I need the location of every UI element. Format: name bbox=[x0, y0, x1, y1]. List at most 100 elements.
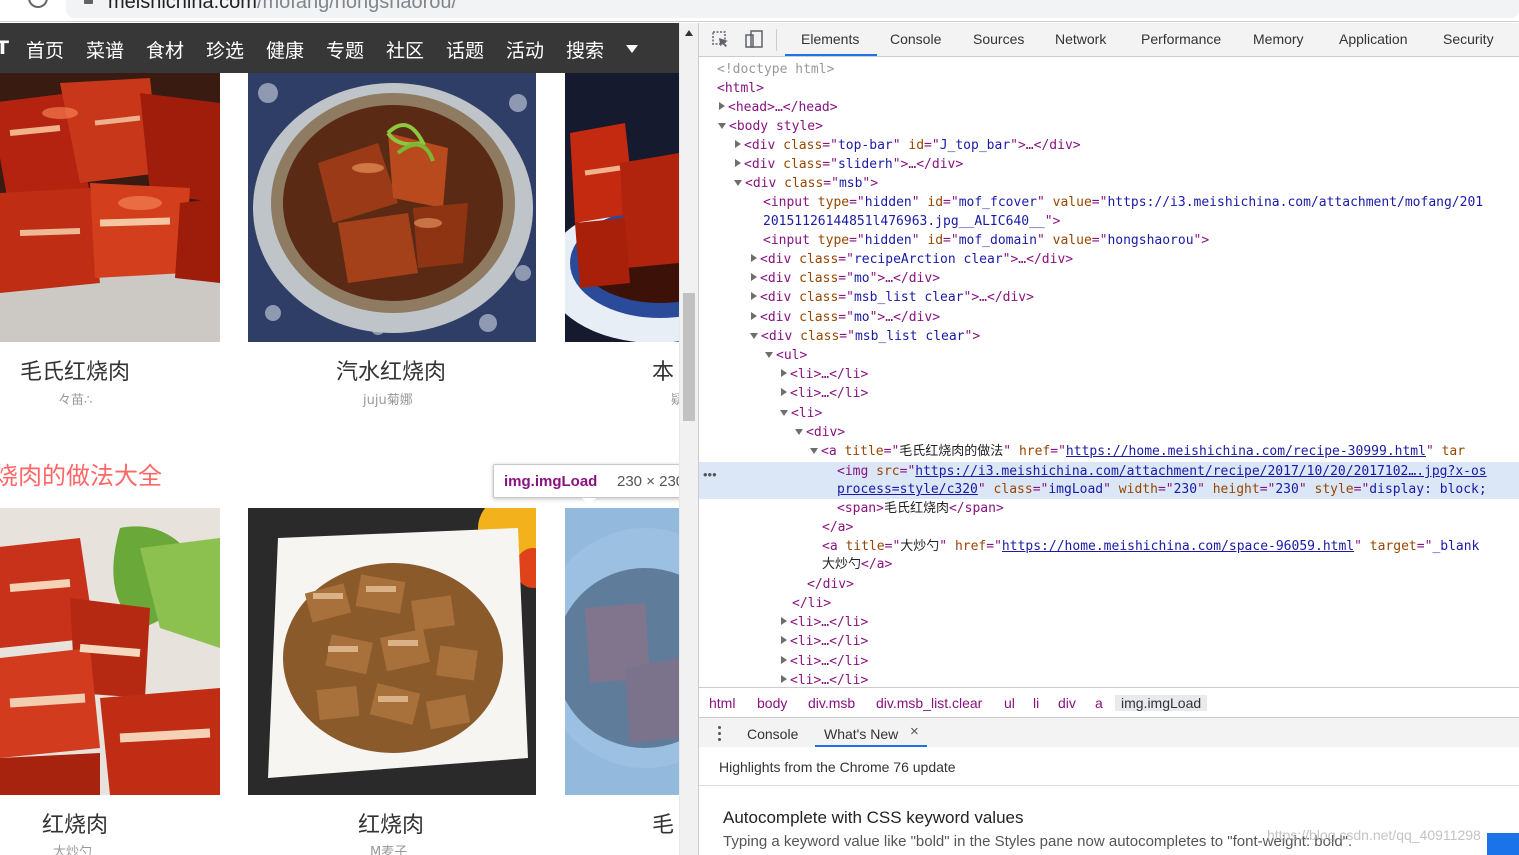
breadcrumb-item[interactable]: html bbox=[709, 695, 735, 711]
recipe-title[interactable]: 本 bbox=[652, 354, 674, 386]
recipe-author[interactable]: 疑 bbox=[671, 389, 679, 408]
drawer-tab-console[interactable]: Console bbox=[747, 726, 798, 742]
dom-token[interactable]: https://home.meishichina.com/recipe-3099… bbox=[1066, 444, 1426, 459]
tab-performance[interactable]: Performance bbox=[1141, 31, 1221, 47]
recipe-title[interactable]: 红烧肉 bbox=[358, 807, 424, 839]
recipe-image-highlighted[interactable] bbox=[565, 508, 679, 795]
dom-node[interactable]: <a title="毛氏红烧肉的做法" href="https://home.m… bbox=[699, 442, 1519, 461]
expand-arrow-icon[interactable] bbox=[781, 636, 787, 644]
breadcrumb-item[interactable]: body bbox=[757, 695, 787, 711]
collapse-arrow-icon[interactable] bbox=[780, 410, 788, 416]
feature-title[interactable]: Autocomplete with CSS keyword values bbox=[723, 808, 1023, 828]
dom-node[interactable]: <li>…</li> bbox=[699, 365, 1519, 384]
url-text[interactable]: meishichina.com/mofang/hongshaorou/ bbox=[108, 0, 457, 14]
reload-icon[interactable] bbox=[28, 0, 48, 8]
recipe-title[interactable]: 毛氏红烧肉 bbox=[20, 354, 130, 386]
dom-node[interactable]: <html> bbox=[699, 79, 1519, 98]
expand-arrow-icon[interactable] bbox=[781, 617, 787, 625]
inspect-element-icon[interactable] bbox=[711, 30, 730, 49]
nav-item-home[interactable]: 首页 bbox=[26, 36, 64, 63]
expand-arrow-icon[interactable] bbox=[735, 159, 741, 167]
recipe-author[interactable]: 々苗∴ bbox=[58, 389, 92, 408]
collapse-arrow-icon[interactable] bbox=[795, 429, 803, 435]
dom-token[interactable]: https://home.meishichina.com/space-96059… bbox=[1002, 539, 1354, 554]
tab-elements[interactable]: Elements bbox=[801, 31, 859, 47]
dom-node[interactable]: </div> bbox=[699, 575, 1519, 594]
nav-item-community[interactable]: 社区 bbox=[386, 36, 424, 63]
dom-node[interactable]: <li>…</li> bbox=[699, 632, 1519, 651]
dom-token[interactable]: https://i3.meishichina.com/attachment/re… bbox=[915, 464, 1486, 479]
expand-arrow-icon[interactable] bbox=[781, 675, 787, 683]
nav-item-ingredients[interactable]: 食材 bbox=[146, 36, 184, 63]
dom-node[interactable]: <div class="mo">…</div> bbox=[699, 269, 1519, 288]
dom-node[interactable]: </li> bbox=[699, 594, 1519, 613]
tab-console[interactable]: Console bbox=[890, 31, 941, 47]
dom-token[interactable]: process=style/c320 bbox=[837, 482, 978, 497]
close-icon[interactable]: × bbox=[910, 723, 919, 740]
dom-node[interactable]: <!doctype html> bbox=[699, 60, 1519, 79]
breadcrumb-item[interactable]: ul bbox=[1004, 695, 1015, 711]
breadcrumb-item[interactable]: a bbox=[1095, 695, 1103, 711]
collapse-arrow-icon[interactable] bbox=[718, 123, 726, 129]
expand-arrow-icon[interactable] bbox=[781, 369, 787, 377]
nav-item-health[interactable]: 健康 bbox=[266, 36, 304, 63]
recipe-image[interactable] bbox=[0, 73, 220, 342]
nav-item-discussions[interactable]: 话题 bbox=[446, 36, 484, 63]
dom-node-selected[interactable]: process=style/c320" class="imgLoad" widt… bbox=[699, 480, 1519, 499]
tab-memory[interactable]: Memory bbox=[1253, 31, 1304, 47]
dom-node-selected[interactable]: <img src="https://i3.meishichina.com/att… bbox=[699, 462, 1519, 481]
dom-node[interactable]: <div class="top-bar" id="J_top_bar">…</d… bbox=[699, 136, 1519, 155]
collapse-arrow-icon[interactable] bbox=[750, 333, 758, 339]
page-scrollbar[interactable] bbox=[679, 23, 698, 855]
dom-node[interactable]: <div class="msb_list clear">…</div> bbox=[699, 288, 1519, 307]
recipe-image[interactable] bbox=[248, 508, 536, 795]
recipe-title[interactable]: 毛 bbox=[652, 807, 674, 839]
drawer-tab-whats-new[interactable]: What's New bbox=[824, 726, 898, 742]
expand-arrow-icon[interactable] bbox=[751, 292, 757, 300]
collapse-arrow-icon[interactable] bbox=[734, 180, 742, 186]
dom-node[interactable]: <div class="msb"> bbox=[699, 174, 1519, 193]
device-toolbar-icon[interactable] bbox=[745, 30, 764, 49]
dom-node[interactable]: <div class="sliderh">…</div> bbox=[699, 155, 1519, 174]
recipe-title[interactable]: 汽水红烧肉 bbox=[336, 354, 446, 386]
dom-node[interactable]: <div class="mo">…</div> bbox=[699, 308, 1519, 327]
collapse-arrow-icon[interactable] bbox=[765, 352, 773, 358]
nav-item-selection[interactable]: 珍选 bbox=[206, 36, 244, 63]
breadcrumb-item-active[interactable]: img.imgLoad bbox=[1115, 695, 1208, 711]
dom-node[interactable]: <li> bbox=[699, 404, 1519, 423]
breadcrumb-item[interactable]: div.msb_list.clear bbox=[876, 695, 982, 711]
collapse-arrow-icon[interactable] bbox=[810, 448, 818, 454]
recipe-image[interactable] bbox=[248, 73, 536, 342]
dom-node[interactable]: 20151126144851l476963.jpg__ALIC640__"> bbox=[699, 212, 1519, 231]
site-logo[interactable]: T bbox=[0, 37, 9, 59]
nav-item-search[interactable]: 搜索 bbox=[566, 36, 604, 63]
tab-security[interactable]: Security bbox=[1443, 31, 1494, 47]
nav-item-recipes[interactable]: 菜谱 bbox=[86, 36, 124, 63]
dom-node[interactable]: <input type="hidden" id="mof_domain" val… bbox=[699, 231, 1519, 250]
expand-arrow-icon[interactable] bbox=[751, 312, 757, 320]
dom-node[interactable]: <div class="recipeArction clear">…</div> bbox=[699, 250, 1519, 269]
dom-node[interactable]: <li>…</li> bbox=[699, 671, 1519, 687]
dom-node[interactable]: <ul> bbox=[699, 346, 1519, 365]
dom-node[interactable]: <a title="大炒勺" href="https://home.meishi… bbox=[699, 537, 1519, 556]
dom-node[interactable]: <li>…</li> bbox=[699, 652, 1519, 671]
expand-arrow-icon[interactable] bbox=[751, 273, 757, 281]
expand-arrow-icon[interactable] bbox=[719, 102, 725, 110]
nav-more-chevron-down-icon[interactable] bbox=[626, 45, 638, 53]
expand-arrow-icon[interactable] bbox=[751, 254, 757, 262]
recipe-title[interactable]: 红烧肉 bbox=[42, 807, 108, 839]
dom-node[interactable]: <li>…</li> bbox=[699, 613, 1519, 632]
dom-node[interactable]: <input type="hidden" id="mof_fcover" val… bbox=[699, 193, 1519, 212]
recipe-author[interactable]: juju菊娜 bbox=[363, 389, 413, 408]
dom-node[interactable]: <div> bbox=[699, 423, 1519, 442]
dom-node[interactable]: <div class="msb_list clear"> bbox=[699, 327, 1519, 346]
scrollbar-thumb[interactable] bbox=[683, 293, 695, 421]
tab-sources[interactable]: Sources bbox=[973, 31, 1024, 47]
breadcrumb-item[interactable]: li bbox=[1033, 695, 1039, 711]
recipe-image[interactable] bbox=[0, 508, 220, 795]
drawer-menu-kebab-icon[interactable] bbox=[718, 726, 721, 729]
recipe-author[interactable]: M麦子 bbox=[370, 841, 407, 855]
tab-network[interactable]: Network bbox=[1055, 31, 1106, 47]
dom-node[interactable]: <head>…</head> bbox=[699, 98, 1519, 117]
breadcrumb-item[interactable]: div.msb bbox=[808, 695, 855, 711]
